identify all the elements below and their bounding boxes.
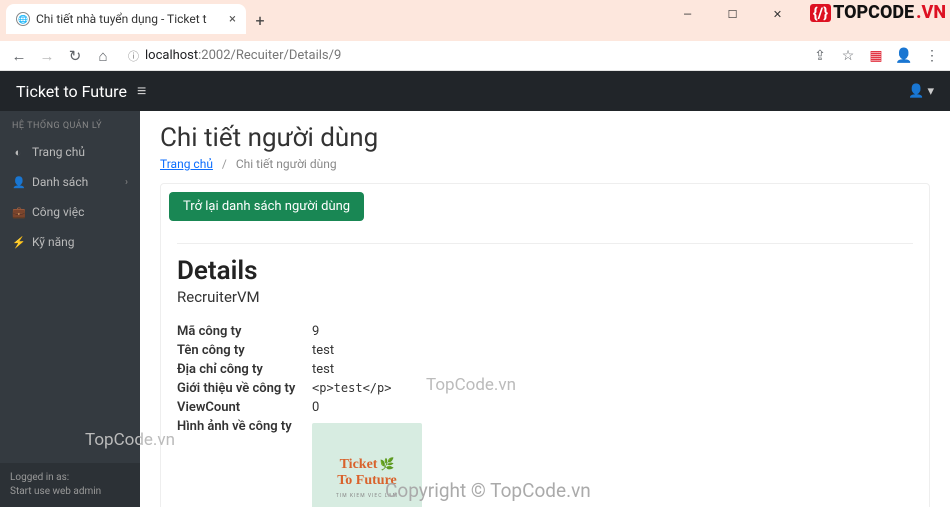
info-icon: ⓘ — [128, 48, 139, 64]
tab-title: Chi tiết nhà tuyển dụng - Ticket t — [36, 12, 223, 26]
detail-row: Mã công ty 9 — [177, 322, 913, 341]
detail-label: Địa chỉ công ty — [177, 362, 312, 377]
new-tab-button[interactable]: + — [246, 6, 274, 34]
share-icon[interactable]: ⇪ — [810, 46, 830, 66]
detail-label: Hình ảnh về công ty — [177, 419, 312, 434]
sidebar-item-label: Kỹ năng — [32, 235, 74, 249]
back-button-icon[interactable]: ← — [8, 45, 30, 67]
breadcrumb: Trang chủ / Chi tiết người dùng — [160, 157, 930, 171]
sidebar-item-list[interactable]: 👤 Danh sách › — [0, 167, 140, 197]
url-host: localhost — [145, 48, 198, 63]
card: Trở lại danh sách người dùng Details Rec… — [160, 183, 930, 507]
breadcrumb-home-link[interactable]: Trang chủ — [160, 157, 213, 171]
detail-row: Tên công ty test — [177, 341, 913, 360]
page-title: Chi tiết người dùng — [160, 123, 930, 153]
minimize-icon[interactable]: — — [665, 0, 710, 28]
detail-value: test — [312, 362, 334, 377]
sidebar-footer: Logged in as: Start use web admin — [0, 463, 140, 507]
home-icon[interactable]: ⌂ — [92, 45, 114, 67]
details-subtitle: RecruiterVM — [177, 288, 913, 306]
detail-row: Giới thiệu về công ty <p>test</p> — [177, 379, 913, 398]
sidebar-item-skills[interactable]: ⚡ Kỹ năng — [0, 227, 140, 257]
detail-label: ViewCount — [177, 400, 312, 415]
sidebar-item-home[interactable]: ◐ Trang chủ — [0, 137, 140, 167]
caret-down-icon: ▾ — [927, 84, 934, 99]
detail-value: 0 — [312, 400, 319, 415]
star-icon[interactable]: ☆ — [838, 46, 858, 66]
extension-icon[interactable]: ▦ — [866, 46, 886, 66]
breadcrumb-sep: / — [222, 157, 227, 171]
url-port: :2002 — [198, 48, 230, 63]
company-image-tagline: TIM KIEM VIEC LAM — [336, 493, 398, 499]
detail-value: test — [312, 343, 334, 358]
topcode-logo: {/}TOPCODE.VN — [810, 2, 946, 23]
detail-row: ViewCount 0 — [177, 398, 913, 417]
close-window-icon[interactable]: ✕ — [755, 0, 800, 28]
sidebar-item-label: Công việc — [32, 205, 84, 219]
url-path: /Recuiter/Details/9 — [231, 48, 342, 63]
app-header: Ticket to Future ≡ 👤 ▾ — [0, 71, 950, 111]
detail-label: Mã công ty — [177, 324, 312, 339]
address-bar-row: ← → ↻ ⌂ ⓘ localhost:2002/Recuiter/Detail… — [0, 41, 950, 71]
menu-icon[interactable]: ⋮ — [922, 46, 942, 66]
brand-text: Ticket to Future — [16, 82, 127, 101]
detail-value: <p>test</p> — [312, 381, 391, 396]
company-image: Ticket🌿 To Future TIM KIEM VIEC LAM — [312, 423, 422, 507]
back-to-list-button[interactable]: Trở lại danh sách người dùng — [169, 192, 364, 221]
window-controls: — ☐ ✕ — [665, 4, 800, 24]
breadcrumb-current: Chi tiết người dùng — [236, 157, 337, 171]
sidebar-section-title: HỆ THỐNG QUẢN LÝ — [0, 111, 140, 137]
sidebar: HỆ THỐNG QUẢN LÝ ◐ Trang chủ 👤 Danh sách… — [0, 111, 140, 507]
detail-row: Hình ảnh về công ty Ticket🌿 To Future TI… — [177, 417, 913, 507]
card-body: Details RecruiterVM Mã công ty 9 Tên côn… — [161, 229, 929, 507]
details-title: Details — [177, 256, 913, 286]
user-icon: 👤 — [12, 176, 24, 189]
footer-line1: Logged in as: — [10, 471, 130, 485]
divider — [177, 243, 913, 244]
footer-line2: Start use web admin — [10, 485, 130, 499]
browser-chrome: 🌐 Chi tiết nhà tuyển dụng - Ticket t × + — [0, 0, 950, 41]
detail-label: Tên công ty — [177, 343, 312, 358]
brand[interactable]: Ticket to Future ≡ — [16, 81, 146, 101]
maximize-icon[interactable]: ☐ — [710, 0, 755, 28]
reload-icon[interactable]: ↻ — [64, 45, 86, 67]
address-bar[interactable]: ⓘ localhost:2002/Recuiter/Details/9 — [120, 44, 804, 68]
chevron-right-icon: › — [125, 177, 128, 188]
sidebar-item-jobs[interactable]: 💼 Công việc — [0, 197, 140, 227]
sidebar-item-label: Trang chủ — [32, 145, 85, 159]
detail-value: 9 — [312, 324, 319, 339]
tab-row: 🌐 Chi tiết nhà tuyển dụng - Ticket t × + — [0, 0, 950, 34]
detail-label: Giới thiệu về công ty — [177, 381, 312, 396]
company-image-line1: Ticket — [340, 457, 378, 472]
address-bar-icons: ⇪ ☆ ▦ 👤 ⋮ — [810, 46, 942, 66]
detail-value-image: Ticket🌿 To Future TIM KIEM VIEC LAM — [312, 419, 422, 507]
profile-icon[interactable]: 👤 — [894, 46, 914, 66]
browser-tab[interactable]: 🌐 Chi tiết nhà tuyển dụng - Ticket t × — [6, 4, 246, 34]
dashboard-icon: ◐ — [12, 146, 24, 159]
company-image-line2: To Future — [337, 473, 397, 489]
tab-close-icon[interactable]: × — [229, 12, 236, 27]
detail-row: Địa chỉ công ty test — [177, 360, 913, 379]
forward-button-icon[interactable]: → — [36, 45, 58, 67]
user-icon: 👤 — [908, 84, 924, 99]
user-menu[interactable]: 👤 ▾ — [908, 84, 934, 99]
layout: HỆ THỐNG QUẢN LÝ ◐ Trang chủ 👤 Danh sách… — [0, 111, 950, 507]
bolt-icon: ⚡ — [12, 236, 24, 249]
main-content: Chi tiết người dùng Trang chủ / Chi tiết… — [140, 111, 950, 507]
hamburger-icon[interactable]: ≡ — [137, 81, 146, 101]
sidebar-item-label: Danh sách — [32, 175, 88, 189]
leaf-icon: 🌿 — [379, 457, 394, 471]
briefcase-icon: 💼 — [12, 206, 24, 219]
globe-icon: 🌐 — [16, 12, 30, 26]
